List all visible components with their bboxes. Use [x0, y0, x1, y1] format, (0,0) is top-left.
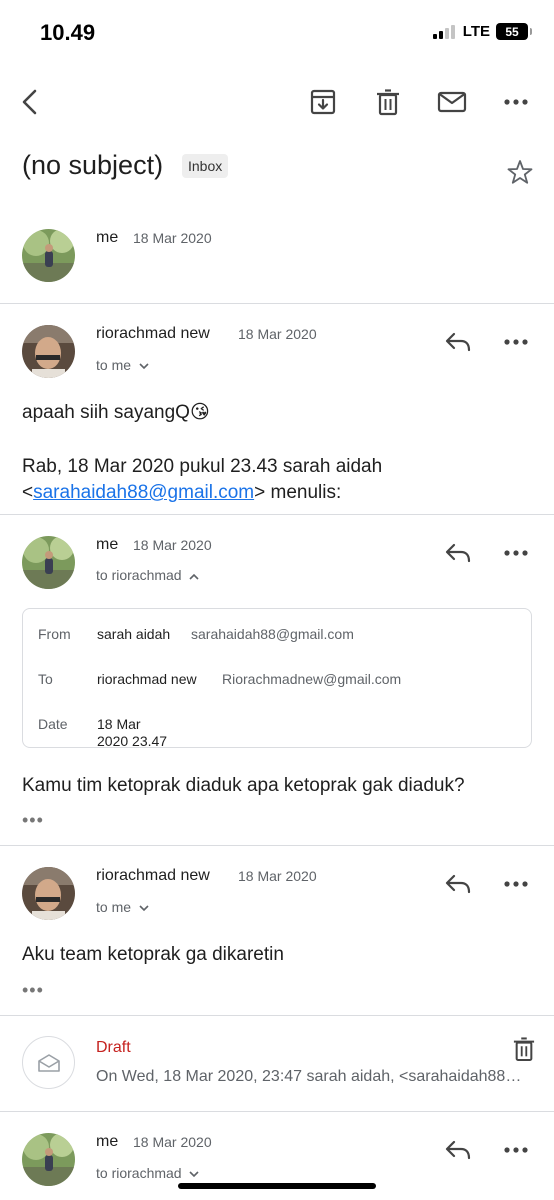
quote-suffix: > menulis:	[254, 482, 342, 503]
recipient-text: to riorachmad	[96, 1165, 182, 1181]
message-more-button[interactable]	[498, 1132, 534, 1168]
reply-icon	[445, 332, 471, 352]
from-label: From	[38, 626, 71, 642]
chevron-down-icon	[189, 1171, 200, 1178]
draft-avatar[interactable]	[22, 1036, 75, 1089]
message-date: 18 Mar 2020	[133, 537, 212, 553]
message-date: 18 Mar 2020	[133, 1134, 212, 1150]
divider	[0, 845, 554, 846]
avatar[interactable]	[22, 536, 75, 589]
message-date: 18 Mar 2020	[133, 230, 212, 246]
recipient-toggle[interactable]: to riorachmad	[96, 567, 200, 583]
draft-snippet[interactable]: On Wed, 18 Mar 2020, 23:47 sarah aidah, …	[96, 1068, 534, 1086]
message-body: Aku team ketoprak ga dikaretin	[22, 944, 284, 965]
reply-icon	[445, 874, 471, 894]
recipient-text: to riorachmad	[96, 567, 182, 583]
avatar[interactable]	[22, 1133, 75, 1186]
avatar[interactable]	[22, 325, 75, 378]
subject-row: (no subject) Inbox	[22, 146, 534, 186]
status-time: 10.49	[40, 20, 96, 45]
mail-icon	[437, 91, 467, 113]
recipient-text: to me	[96, 899, 132, 915]
divider	[0, 303, 554, 304]
date-label: Date	[38, 716, 68, 732]
divider	[0, 1111, 554, 1112]
message-details-panel: From sarah aidah sarahaidah88@gmail.com …	[22, 608, 532, 749]
status-indicators: LTE 55	[432, 23, 532, 40]
more-icon	[504, 1147, 528, 1153]
avatar[interactable]	[22, 867, 75, 920]
message-date: 18 Mar 2020	[238, 326, 317, 342]
sender-name: riorachmad new	[96, 325, 210, 342]
more-options-button[interactable]	[498, 84, 534, 120]
to-email[interactable]: Riorachmadnew@gmail.com	[222, 671, 401, 687]
show-trimmed-content-button[interactable]: •••	[22, 810, 44, 831]
quoted-header: Rab, 18 Mar 2020 pukul 23.43 sarah aidah	[22, 456, 383, 477]
sender-name: me	[96, 1133, 119, 1150]
reply-icon	[445, 543, 471, 563]
message-more-button[interactable]	[498, 324, 534, 360]
star-icon[interactable]	[506, 158, 534, 186]
battery-icon: 55	[496, 23, 532, 40]
archive-icon	[310, 89, 336, 115]
draft-label: Draft	[96, 1039, 131, 1056]
delete-button[interactable]	[370, 84, 406, 120]
trash-icon	[377, 89, 399, 116]
home-indicator	[178, 1183, 376, 1189]
show-trimmed-content-button[interactable]: •••	[22, 980, 44, 1001]
to-label: To	[38, 671, 53, 687]
message-more-button[interactable]	[498, 535, 534, 571]
mark-unread-button[interactable]	[434, 84, 470, 120]
sender-name: riorachmad new	[96, 867, 210, 884]
recipient-toggle[interactable]: to me	[96, 899, 149, 915]
from-email[interactable]: sarahaidah88@gmail.com	[191, 626, 354, 642]
reply-button[interactable]	[440, 324, 476, 360]
inbox-label-chip[interactable]: Inbox	[182, 154, 229, 178]
archive-button[interactable]	[305, 84, 341, 120]
more-icon	[504, 339, 528, 345]
reply-button[interactable]	[440, 535, 476, 571]
signal-icon	[432, 24, 455, 39]
quoted-header-email-line: <sarahaidah88@gmail.com> menulis:	[22, 480, 341, 506]
chevron-down-icon	[139, 363, 149, 370]
chevron-down-icon	[139, 905, 149, 912]
status-bar: 10.49 LTE 55	[0, 0, 554, 66]
recipient-toggle[interactable]: to riorachmad	[96, 1165, 200, 1181]
trash-icon	[513, 1037, 535, 1062]
back-button[interactable]	[12, 84, 48, 120]
battery-level: 55	[505, 24, 519, 39]
avatar[interactable]	[22, 229, 75, 282]
draft-envelope-icon	[37, 1053, 60, 1072]
date-value-line1: 18 Mar	[97, 716, 141, 732]
divider	[0, 1015, 554, 1016]
reply-icon	[445, 1140, 471, 1160]
reply-button[interactable]	[440, 866, 476, 902]
message-body: apaah siih sayangQ😘	[22, 402, 210, 423]
date-value-line2: 2020 23.47	[97, 733, 168, 749]
message-more-button[interactable]	[498, 866, 534, 902]
divider	[0, 514, 554, 515]
quoted-email-link[interactable]: sarahaidah88@gmail.com	[33, 482, 254, 503]
from-name: sarah aidah	[97, 626, 171, 642]
network-label: LTE	[462, 23, 490, 40]
reply-button[interactable]	[440, 1132, 476, 1168]
sender-name: me	[96, 229, 119, 246]
toolbar	[0, 80, 554, 124]
more-icon	[504, 881, 528, 887]
message-body: Kamu tim ketoprak diaduk apa ketoprak ga…	[22, 775, 465, 796]
quote-open-bracket: <	[22, 482, 34, 503]
message-date: 18 Mar 2020	[238, 868, 317, 884]
to-name: riorachmad new	[97, 671, 197, 687]
more-icon	[504, 550, 528, 556]
discard-draft-button[interactable]	[506, 1031, 542, 1067]
recipient-text: to me	[96, 357, 132, 373]
chevron-up-icon	[189, 573, 200, 580]
back-arrow-icon	[22, 89, 37, 115]
recipient-toggle[interactable]: to me	[96, 357, 149, 373]
more-icon	[504, 99, 528, 105]
sender-name: me	[96, 536, 119, 553]
email-subject: (no subject)	[22, 150, 164, 180]
